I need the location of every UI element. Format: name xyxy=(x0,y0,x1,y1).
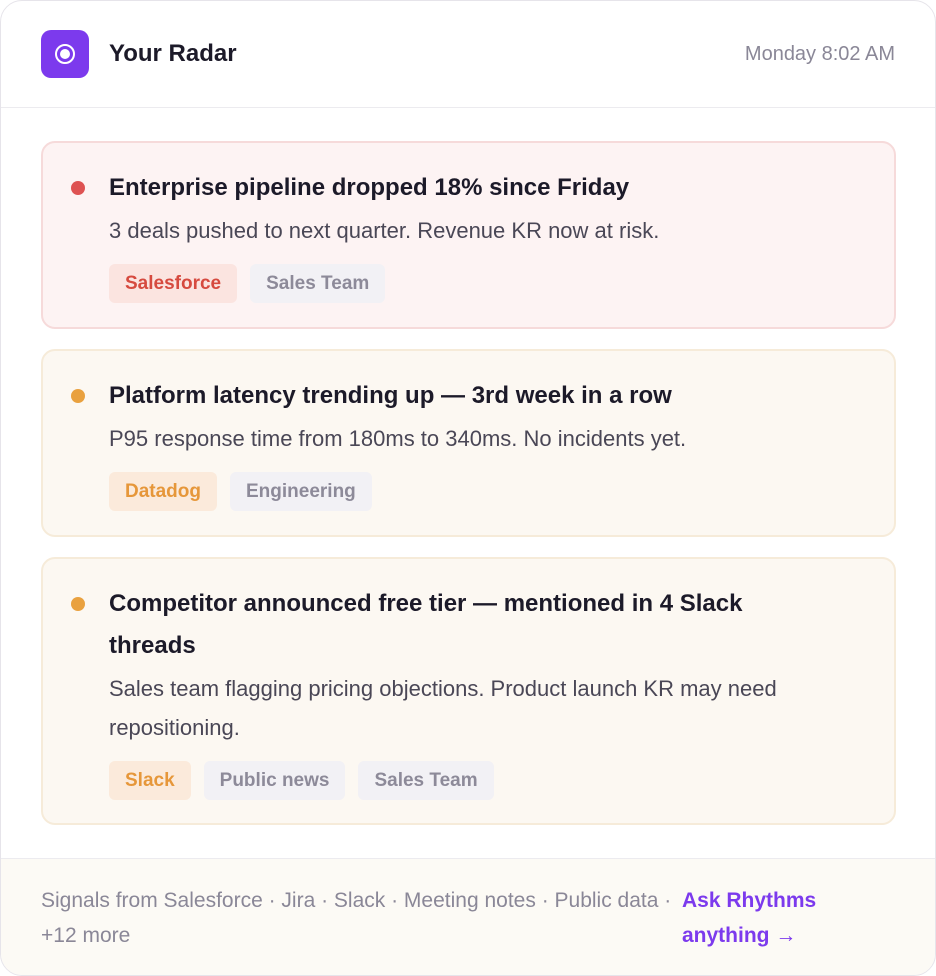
signal-description: Sales team flagging pricing objections. … xyxy=(109,676,777,740)
source-tag[interactable]: Public news xyxy=(203,761,346,800)
radar-header: Your Radar Monday 8:02 AM xyxy=(1,1,935,108)
source-tag[interactable]: Slack xyxy=(109,761,191,800)
signal-card[interactable]: Competitor announced free tier — mention… xyxy=(41,557,896,825)
signal-tags: Datadog Engineering xyxy=(109,472,828,511)
radar-icon xyxy=(41,30,89,78)
signal-title: Platform latency trending up — 3rd week … xyxy=(109,382,672,409)
team-tag[interactable]: Sales Team xyxy=(358,761,494,800)
radar-panel: Your Radar Monday 8:02 AM Enterprise pip… xyxy=(0,0,936,976)
timestamp: Monday 8:02 AM xyxy=(744,42,895,65)
severity-dot-icon xyxy=(71,389,85,403)
signal-card[interactable]: Enterprise pipeline dropped 18% since Fr… xyxy=(41,141,896,329)
ask-rhythms-link[interactable]: Ask Rhythms anything → xyxy=(682,883,882,953)
signal-card[interactable]: Platform latency trending up — 3rd week … xyxy=(41,349,896,537)
signal-tags: Salesforce Sales Team xyxy=(109,264,828,303)
source-tag[interactable]: Datadog xyxy=(109,472,217,511)
team-tag[interactable]: Engineering xyxy=(230,472,372,511)
page-title: Your Radar xyxy=(109,40,237,67)
team-tag[interactable]: Sales Team xyxy=(250,264,386,303)
signal-tags: Slack Public news Sales Team xyxy=(109,761,828,800)
sources-text: Signals from Salesforce · Jira · Slack ·… xyxy=(41,889,672,947)
radar-footer: Signals from Salesforce · Jira · Slack ·… xyxy=(1,858,935,975)
severity-dot-icon xyxy=(71,597,85,611)
signal-description: P95 response time from 180ms to 340ms. N… xyxy=(109,426,687,451)
signal-title: Enterprise pipeline dropped 18% since Fr… xyxy=(109,174,630,201)
severity-dot-icon xyxy=(71,181,85,195)
signal-title: Competitor announced free tier — mention… xyxy=(109,590,743,659)
source-tag[interactable]: Salesforce xyxy=(109,264,238,303)
signal-description: 3 deals pushed to next quarter. Revenue … xyxy=(109,218,660,243)
